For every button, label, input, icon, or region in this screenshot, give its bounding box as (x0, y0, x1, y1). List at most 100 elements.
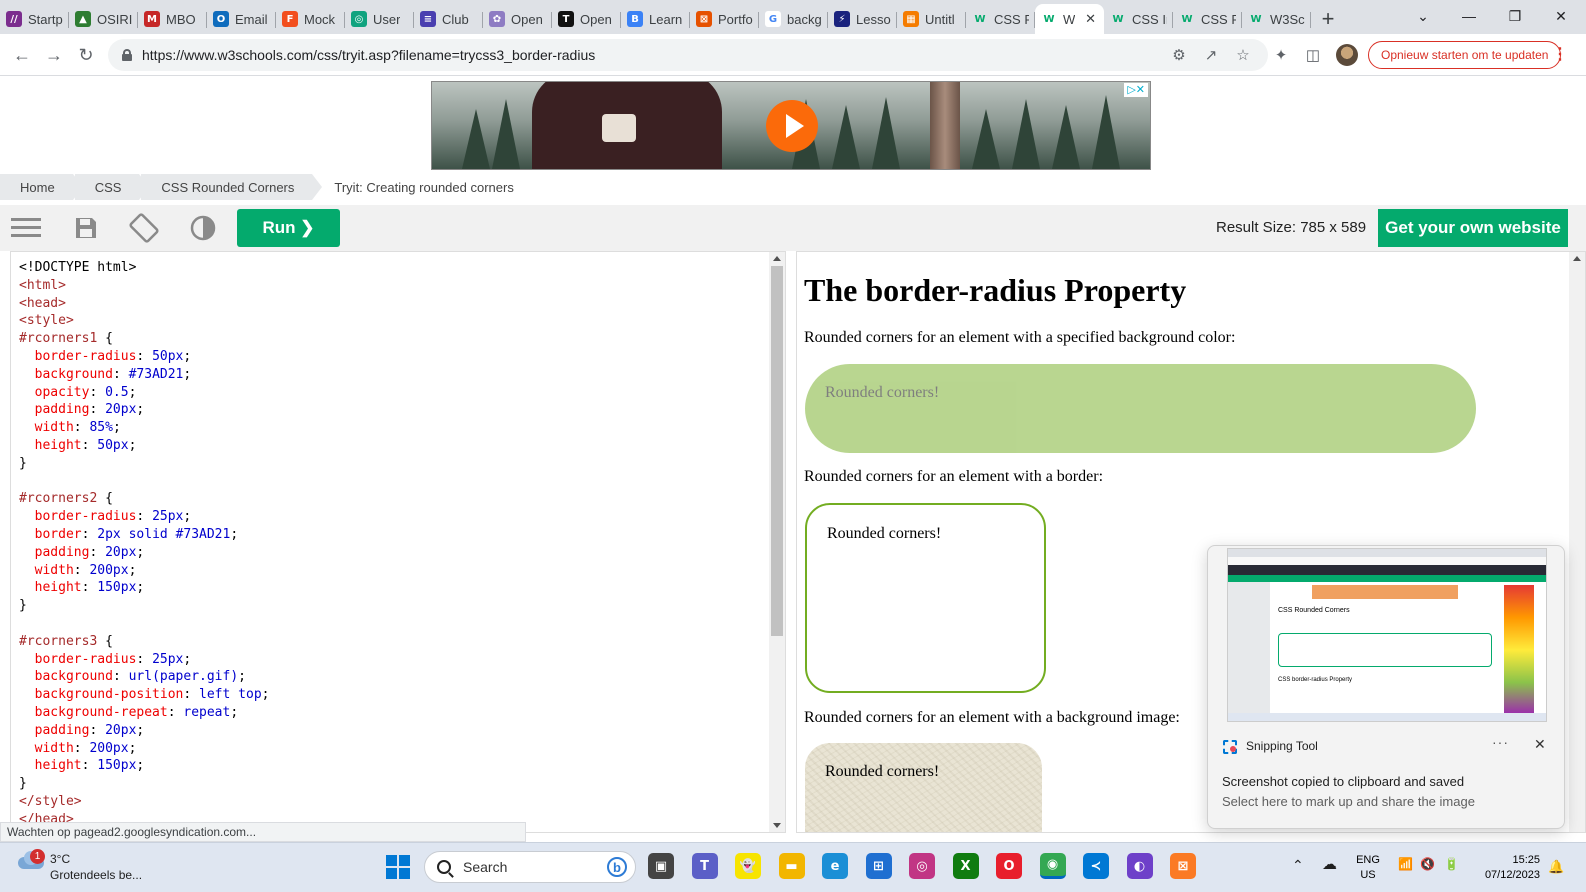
browser-tab[interactable]: T Open (552, 4, 621, 34)
browser-tab[interactable]: W W ✕ (1035, 4, 1104, 34)
tryit-toolbar: Run ❯ Result Size: 785 x 589 Get your ow… (0, 205, 1586, 251)
browser-tab[interactable]: ▲ OSIRI (69, 4, 138, 34)
taskbar-opera-icon[interactable]: O (996, 853, 1022, 879)
system-clock[interactable]: 15:25 07/12/2023 (1484, 853, 1540, 883)
run-button[interactable]: Run ❯ (237, 209, 340, 247)
battery-icon[interactable]: 🔋 (1444, 857, 1459, 871)
result-scroll-up-arrow-icon[interactable] (1573, 256, 1581, 261)
scroll-up-arrow-icon[interactable] (773, 256, 781, 261)
browser-menu-icon[interactable]: ⋮ (1552, 44, 1568, 64)
result-scrollbar[interactable] (1569, 252, 1585, 832)
weather-badge: 1 (30, 849, 45, 864)
browser-tab[interactable]: ≡ Club (414, 4, 483, 34)
code-scrollbar-thumb[interactable] (771, 266, 783, 636)
update-button[interactable]: Opnieuw starten om te updaten (1368, 41, 1562, 69)
extensions-icon[interactable]: ✦ (1270, 44, 1292, 66)
browser-tab[interactable]: // Startp (0, 4, 69, 34)
advertisement-banner[interactable]: ▷✕ (431, 81, 1151, 170)
code-text[interactable]: <!DOCTYPE html> <html> <head> <style> #rcorn… (19, 259, 269, 829)
browser-tab[interactable]: W W3Sc (1242, 4, 1311, 34)
browser-tab[interactable]: W CSS Ir (1104, 4, 1173, 34)
thumbnail-subheading: CSS border-radius Property (1278, 677, 1353, 683)
side-panel-icon[interactable]: ◫ (1302, 44, 1324, 66)
browser-tab[interactable]: W CSS R (966, 4, 1035, 34)
restore-button[interactable]: ❐ (1492, 0, 1538, 32)
browser-tab[interactable]: ⚡ Lesso (828, 4, 897, 34)
taskbar-vscode-icon[interactable]: ≺ (1083, 853, 1109, 879)
rcorners3-box: Rounded corners! (805, 743, 1042, 832)
browser-tab[interactable]: O Email (207, 4, 276, 34)
taskbar-teams-icon[interactable]: T (691, 853, 718, 879)
url-text: https://www.w3schools.com/css/tryit.asp?… (142, 47, 596, 63)
play-icon[interactable] (766, 100, 818, 152)
adchoices-icon[interactable]: ▷✕ (1124, 83, 1148, 97)
bing-icon[interactable]: b (607, 857, 627, 877)
taskbar-instagram-icon[interactable]: ◎ (909, 853, 935, 879)
menu-icon[interactable] (11, 213, 41, 243)
tab-close-icon[interactable]: ✕ (1085, 11, 1096, 27)
theme-contrast-icon[interactable] (188, 213, 218, 243)
lock-icon[interactable] (122, 49, 132, 61)
taskbar-github-desktop-icon[interactable]: ◐ (1126, 853, 1153, 879)
taskbar-xampp-icon[interactable]: ⊠ (1170, 853, 1196, 879)
screenshot-thumbnail[interactable]: CSS Rounded Corners CSS border-radius Pr… (1227, 548, 1547, 722)
breadcrumb-home[interactable]: Home (0, 174, 83, 200)
minimize-button[interactable]: — (1446, 0, 1492, 32)
bookmark-star-icon[interactable]: ☆ (1232, 44, 1254, 66)
start-button[interactable] (386, 855, 410, 879)
code-scrollbar[interactable] (769, 252, 785, 832)
breadcrumb-rounded-corners[interactable]: CSS Rounded Corners (141, 174, 323, 200)
language-indicator[interactable]: ENG US (1352, 853, 1384, 883)
browser-tab[interactable]: B Learn (621, 4, 690, 34)
scroll-down-arrow-icon[interactable] (773, 823, 781, 828)
volume-muted-icon[interactable]: 🔇 (1420, 857, 1435, 871)
taskbar-task-view-icon[interactable]: ▣ (648, 853, 674, 879)
browser-tab[interactable]: ✿ Open (483, 4, 552, 34)
translate-icon[interactable]: ⚙ (1168, 44, 1190, 66)
browser-tab[interactable]: ▦ Untitl (897, 4, 966, 34)
browser-tab[interactable]: Gbackg (759, 4, 828, 34)
reload-icon[interactable]: ↻ (72, 42, 100, 68)
taskbar-file-explorer-icon[interactable]: ▬ (778, 853, 805, 879)
browser-tab[interactable]: M MBO (138, 4, 207, 34)
tab-favicon-icon: B (627, 11, 643, 27)
share-icon[interactable]: ↗ (1200, 44, 1222, 66)
tab-search-icon[interactable]: ⌄ (1400, 0, 1446, 32)
result-paragraph-3: Rounded corners for an element with a ba… (804, 709, 1180, 726)
url-field[interactable]: https://www.w3schools.com/css/tryit.asp?… (108, 39, 1268, 71)
browser-tab[interactable]: F Mock (276, 4, 345, 34)
wifi-icon[interactable]: 📶 (1398, 857, 1413, 871)
get-own-website-button[interactable]: Get your own website (1378, 209, 1568, 247)
onedrive-icon[interactable]: ☁ (1322, 855, 1337, 873)
taskbar-edge-icon[interactable]: e (822, 853, 848, 879)
save-icon[interactable] (71, 213, 101, 243)
forward-arrow-icon[interactable]: → (40, 42, 68, 68)
browser-tab[interactable]: ⊠ Portfo (690, 4, 759, 34)
close-window-button[interactable]: ✕ (1538, 0, 1584, 32)
taskbar-search[interactable]: Search b (424, 851, 636, 883)
tab-favicon-icon: // (6, 11, 22, 27)
taskbar-snapchat-icon[interactable]: 👻 (735, 853, 761, 879)
snipping-tool-notification[interactable]: CSS Rounded Corners CSS border-radius Pr… (1207, 545, 1565, 829)
code-editor[interactable]: <!DOCTYPE html> <html> <head> <style> #rcorn… (10, 251, 786, 833)
browser-tab[interactable]: W CSS R (1173, 4, 1242, 34)
taskbar-xbox-icon[interactable]: X (952, 853, 979, 879)
taskbar-chrome-icon[interactable]: ◉ (1039, 853, 1066, 879)
taskbar-store-icon[interactable]: ⊞ (865, 853, 892, 879)
profile-avatar[interactable] (1336, 44, 1358, 66)
browser-tab[interactable]: ◎ User (345, 4, 414, 34)
show-hidden-icons[interactable]: ⌃ (1292, 857, 1304, 874)
new-tab-button[interactable]: + (1311, 4, 1345, 34)
breadcrumb-css[interactable]: CSS (74, 174, 150, 200)
search-icon (437, 860, 451, 874)
back-arrow-icon[interactable]: ← (8, 42, 36, 68)
tab-title: Mock (304, 11, 336, 27)
browser-tab-bar: // Startp ▲ OSIRI M MBO O Email F Mock ◎ User ≡ Club ✿… (0, 0, 1586, 34)
notifications-icon[interactable]: 🔔 (1548, 859, 1564, 875)
rotate-orientation-icon[interactable] (129, 213, 159, 243)
code-line: width: 200px; (34, 562, 137, 578)
more-options-icon[interactable]: ··· (1492, 734, 1509, 750)
toast-close-icon[interactable]: ✕ (1534, 736, 1546, 753)
tab-title: W3Sc (1270, 11, 1305, 27)
code-line: opacity: 0.5; (34, 384, 137, 400)
